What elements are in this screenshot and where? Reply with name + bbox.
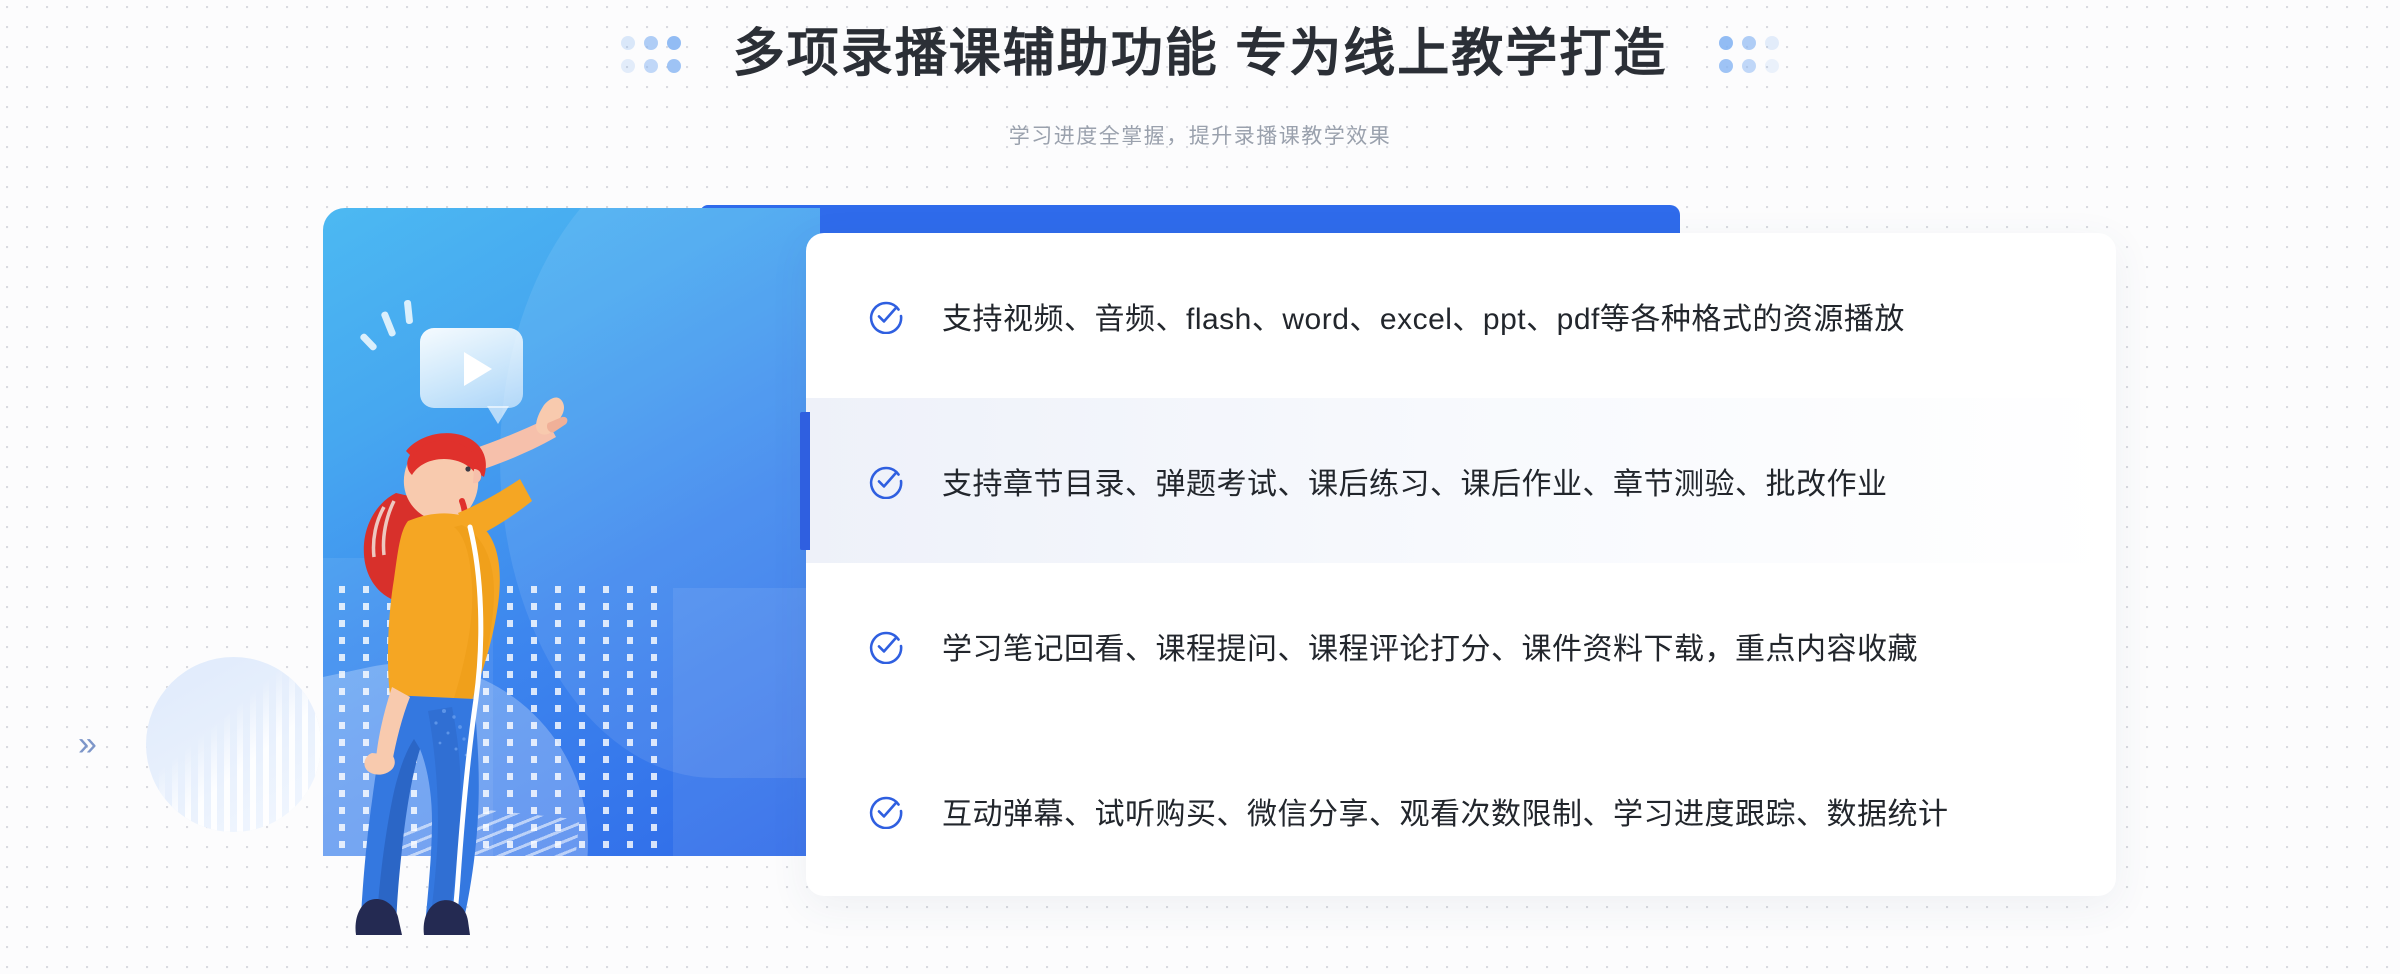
panel-rect-right — [673, 588, 820, 856]
feature-text: 学习笔记回看、课程提问、课程评论打分、课件资料下载，重点内容收藏 — [942, 632, 1918, 666]
feature-row[interactable]: 学习笔记回看、课程提问、课程评论打分、课件资料下载，重点内容收藏 — [806, 563, 2116, 728]
check-circle-icon — [869, 796, 903, 829]
dot-grid-icon — [620, 35, 681, 73]
title-row: 多项录播课辅助功能 专为线上教学打造 — [0, 28, 2400, 80]
feature-text: 支持视频、音频、flash、word、excel、ppt、pdf等各种格式的资源… — [942, 302, 1905, 336]
feature-text: 互动弹幕、试听购买、微信分享、观看次数限制、学习进度跟踪、数据统计 — [942, 797, 1949, 831]
check-circle-icon — [869, 301, 903, 334]
check-circle-icon — [869, 631, 903, 664]
chevron-double-right-icon: » — [78, 725, 97, 763]
row-active-tab — [800, 412, 810, 550]
feature-text: 支持章节目录、弹题考试、课后练习、课后作业、章节测验、批改作业 — [942, 467, 1888, 501]
header: 多项录播课辅助功能 专为线上教学打造 学习进度全掌握，提升录播课教学效果 — [0, 0, 2400, 170]
striped-circle-decoration-stripes — [146, 657, 321, 832]
check-circle-icon — [869, 466, 903, 499]
page-subtitle: 学习进度全掌握，提升录播课教学效果 — [1008, 125, 1392, 148]
feature-row[interactable]: 支持章节目录、弹题考试、课后练习、课后作业、章节测验、批改作业 — [800, 398, 2116, 563]
feature-row[interactable]: 支持视频、音频、flash、word、excel、ppt、pdf等各种格式的资源… — [806, 233, 2116, 398]
feature-card: 支持视频、音频、flash、word、excel、ppt、pdf等各种格式的资源… — [800, 233, 2116, 896]
woman-pointing-up-illustration — [355, 397, 568, 935]
feature-row[interactable]: 互动弹幕、试听购买、微信分享、观看次数限制、学习进度跟踪、数据统计 — [806, 728, 2116, 893]
page-title: 多项录播课辅助功能 专为线上教学打造 — [732, 25, 1668, 83]
dot-grid-icon — [1719, 35, 1780, 73]
